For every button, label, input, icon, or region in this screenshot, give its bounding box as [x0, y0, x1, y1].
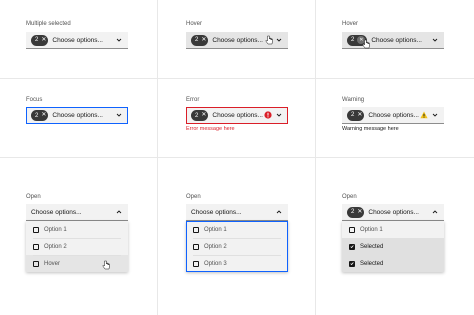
field-label: Open: [26, 194, 41, 200]
menu-option[interactable]: Option 1: [186, 221, 288, 238]
selection-tag[interactable]: 2 ✕: [191, 34, 209, 46]
option-label: Option 1: [360, 226, 383, 233]
close-icon[interactable]: ✕: [357, 110, 362, 121]
field-label: Hover: [342, 21, 359, 27]
menu-option[interactable]: Option 2: [186, 238, 288, 255]
field-label: Focus: [26, 97, 43, 103]
options-menu: Option 1 Option 2 Hover: [26, 221, 128, 272]
chevron-down-icon[interactable]: [116, 37, 122, 43]
multiselect-field-warning[interactable]: 2 ✕ Choose options...: [342, 107, 444, 124]
chevron-up-icon[interactable]: [276, 209, 282, 215]
checkbox[interactable]: [33, 226, 39, 233]
options-menu: Option 1 Selected Selected: [342, 221, 444, 272]
row-divider: [0, 78, 474, 79]
error-icon: [264, 111, 272, 119]
option-label: Selected: [360, 260, 384, 267]
placeholder-text: Choose options...: [31, 208, 82, 216]
chevron-down-icon[interactable]: [116, 112, 122, 118]
field-label: Multiple selected: [26, 21, 71, 27]
checkbox[interactable]: [33, 260, 39, 267]
option-label: Option 2: [44, 243, 67, 250]
menu-option[interactable]: Option 1: [342, 221, 444, 238]
chevron-down-icon[interactable]: [432, 37, 438, 43]
placeholder-text: Choose options...: [212, 112, 263, 119]
option-label: Option 3: [204, 260, 227, 267]
placeholder-text: Choose options...: [52, 36, 103, 44]
chevron-down-icon[interactable]: [276, 112, 282, 118]
menu-option[interactable]: Option 1: [26, 221, 128, 238]
option-label: Option 1: [44, 226, 67, 233]
multiselect-field[interactable]: 2 ✕ Choose options...: [26, 32, 128, 49]
error-message: Error message here: [186, 126, 235, 132]
option-label: Option 2: [204, 243, 227, 250]
field-label: Warning: [342, 97, 365, 103]
tag-count: 2: [35, 112, 39, 119]
option-label: Option 1: [204, 226, 227, 233]
field-label: Open: [186, 194, 201, 200]
options-menu-focused: Option 1 Option 2 Option 3: [186, 221, 288, 272]
chevron-down-icon[interactable]: [276, 37, 282, 43]
field-label: Error: [186, 97, 200, 103]
hand-cursor-icon: [265, 35, 273, 45]
multiselect-field-open[interactable]: Choose options...: [26, 204, 128, 221]
close-icon[interactable]: ✕: [201, 35, 206, 46]
multiselect-field-tag-hover[interactable]: 2 ✕ Choose options...: [342, 32, 444, 49]
hand-cursor-icon: [102, 260, 110, 270]
checkbox-checked[interactable]: [349, 260, 355, 267]
close-icon[interactable]: ✕: [41, 110, 46, 121]
multiselect-field-open[interactable]: Choose options...: [186, 204, 288, 221]
warning-message: Warning message here: [342, 126, 399, 132]
selection-tag[interactable]: 2 ✕: [347, 109, 365, 121]
menu-option-hover[interactable]: Hover: [26, 255, 128, 272]
menu-option-selected[interactable]: Selected: [342, 255, 444, 272]
menu-option[interactable]: Option 3: [186, 255, 288, 272]
multiselect-field-open[interactable]: 2 ✕ Choose options...: [342, 204, 444, 221]
selection-tag[interactable]: 2 ✕: [31, 34, 49, 46]
multiselect-field-error[interactable]: 2 ✕ Choose options...: [186, 107, 288, 124]
checkbox[interactable]: [193, 243, 199, 250]
close-icon[interactable]: ✕: [41, 35, 46, 46]
hand-cursor-icon: [362, 39, 370, 49]
placeholder-text: Choose options...: [191, 208, 242, 216]
chevron-down-icon[interactable]: [432, 112, 438, 118]
tag-count: 2: [195, 37, 199, 43]
tag-count: 2: [351, 209, 355, 215]
field-label: Hover: [186, 21, 203, 27]
warning-icon: [420, 111, 428, 119]
multiselect-field-hover[interactable]: 2 ✕ Choose options...: [186, 32, 288, 49]
close-icon[interactable]: ✕: [357, 207, 362, 218]
tag-count: 2: [351, 112, 355, 118]
multiselect-field-focus[interactable]: 2 ✕ Choose options...: [26, 107, 128, 124]
tag-count: 2: [35, 37, 39, 43]
checkbox[interactable]: [193, 260, 199, 267]
placeholder-text: Choose options...: [368, 208, 419, 216]
placeholder-text: Choose options...: [52, 112, 103, 119]
placeholder-text: Choose options...: [368, 111, 419, 119]
chevron-up-icon[interactable]: [116, 209, 122, 215]
checkbox[interactable]: [193, 226, 199, 233]
option-label: Hover: [44, 260, 61, 267]
placeholder-text: Choose options...: [212, 36, 263, 44]
placeholder-text: Choose options...: [371, 36, 422, 44]
chevron-up-icon[interactable]: [432, 209, 438, 215]
tag-count: 2: [351, 37, 355, 43]
selection-tag[interactable]: 2 ✕: [347, 206, 365, 218]
tag-count: 2: [195, 112, 199, 119]
selection-tag[interactable]: 2 ✕: [31, 110, 49, 121]
close-icon[interactable]: ✕: [201, 110, 206, 121]
option-label: Selected: [360, 243, 384, 250]
checkbox-checked[interactable]: [349, 243, 355, 250]
checkbox[interactable]: [33, 243, 39, 250]
row-divider: [0, 157, 474, 158]
menu-option[interactable]: Option 2: [26, 238, 128, 255]
selection-tag[interactable]: 2 ✕: [191, 110, 209, 121]
menu-option-selected[interactable]: Selected: [342, 238, 444, 255]
checkbox[interactable]: [349, 226, 355, 233]
field-label: Open: [342, 194, 357, 200]
